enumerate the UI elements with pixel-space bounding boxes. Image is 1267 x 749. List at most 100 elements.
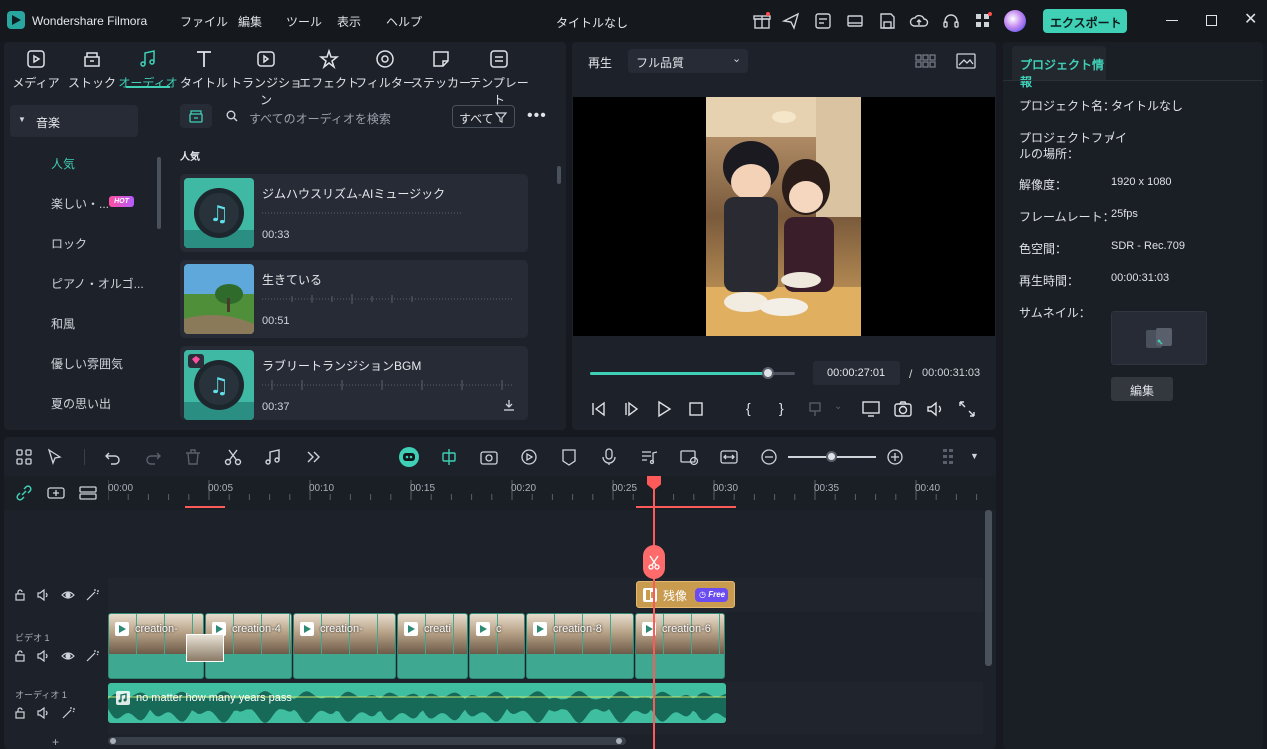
lock-icon[interactable]	[14, 589, 26, 601]
cloud-upload-icon[interactable]	[909, 11, 929, 31]
ai-robot-icon[interactable]	[399, 447, 419, 467]
stop-icon[interactable]	[685, 398, 707, 420]
audio-clip[interactable]: no matter how many years pass	[108, 683, 726, 723]
audio-item[interactable]: 生きている 00:51	[180, 260, 528, 338]
microphone-icon[interactable]	[599, 447, 619, 467]
zoom-in-icon[interactable]	[885, 447, 905, 467]
tab-transition[interactable]: トランジション	[230, 48, 302, 108]
menu-help[interactable]: ヘルプ	[386, 13, 422, 30]
video-clip[interactable]: creation-8	[526, 613, 634, 679]
timeline-vertical-scrollbar[interactable]	[985, 510, 992, 666]
zoom-out-icon[interactable]	[759, 447, 779, 467]
video-clip[interactable]: c	[469, 613, 525, 679]
quality-dropdown[interactable]: フル品質 ⌄	[628, 49, 748, 73]
audio-item[interactable]: ♫ ジムハウスリズム-AIミュージック 00:33	[180, 174, 528, 252]
track-manager-icon[interactable]	[78, 484, 98, 502]
chevron-down-icon[interactable]: ⌄	[834, 401, 842, 412]
mark-out-icon[interactable]: }	[779, 400, 784, 416]
speaker-icon[interactable]	[37, 707, 51, 719]
split-scissors-button[interactable]	[643, 545, 665, 579]
category-popular[interactable]: 人気	[51, 155, 75, 172]
lock-icon[interactable]	[14, 707, 26, 719]
send-icon[interactable]	[781, 11, 801, 31]
feedback-icon[interactable]	[813, 11, 833, 31]
stock-toggle-button[interactable]	[180, 104, 212, 128]
magic-wand-icon[interactable]	[61, 706, 75, 720]
tab-media[interactable]: メディア	[6, 48, 66, 91]
current-time-field[interactable]: 00:00:27:01	[813, 361, 900, 385]
tab-project-info[interactable]: プロジェクト情報	[1012, 46, 1106, 89]
export-button[interactable]: エクスポート ⌄	[1043, 9, 1127, 33]
add-icon[interactable]: +	[52, 735, 59, 749]
grid-view-icon[interactable]	[915, 53, 937, 69]
prev-frame-icon[interactable]	[588, 398, 610, 420]
category-parent[interactable]: ▼ 音楽	[10, 105, 138, 137]
more-tools-icon[interactable]	[303, 447, 323, 467]
fullscreen-icon[interactable]	[956, 398, 978, 420]
gift-icon[interactable]	[752, 11, 772, 31]
category-scrollbar[interactable]	[157, 157, 161, 229]
tab-audio[interactable]: オーディオ	[118, 48, 178, 91]
insert-icon[interactable]	[806, 398, 828, 420]
category-fun[interactable]: 楽しい・...	[51, 195, 109, 212]
player-tab[interactable]: 再生	[588, 54, 612, 71]
category-gentle[interactable]: 優しい雰囲気	[51, 355, 123, 372]
delete-icon[interactable]	[183, 447, 203, 467]
tab-template[interactable]: テンプレート	[467, 48, 531, 108]
play-icon[interactable]	[653, 398, 675, 420]
timeline-horizontal-scrollbar[interactable]	[108, 737, 626, 745]
zoom-slider-knob[interactable]	[826, 451, 837, 462]
eye-icon[interactable]	[61, 650, 75, 662]
save-icon[interactable]	[877, 11, 897, 31]
screen-record-icon[interactable]	[679, 447, 699, 467]
layout-grid-icon[interactable]	[14, 447, 34, 467]
more-options-icon[interactable]: •••	[527, 107, 547, 125]
download-icon[interactable]	[502, 398, 516, 412]
display-icon[interactable]	[860, 398, 882, 420]
auto-reframe-icon[interactable]	[479, 447, 499, 467]
redo-icon[interactable]	[143, 447, 163, 467]
tab-sticker[interactable]: ステッカー	[411, 48, 471, 91]
tab-title[interactable]: タイトル	[174, 48, 234, 91]
apps-grid-icon[interactable]	[973, 11, 993, 31]
category-rock[interactable]: ロック	[51, 235, 87, 252]
tab-effect[interactable]: エフェクト	[299, 48, 359, 91]
audio-item[interactable]: ♫ ラブリートランジションBGM 00:37	[180, 346, 528, 420]
link-icon[interactable]	[15, 484, 33, 502]
search-input[interactable]: すべてのオーディオを検索	[249, 110, 391, 127]
minimize-icon[interactable]	[1166, 20, 1178, 21]
snapshot-image-icon[interactable]	[956, 52, 976, 70]
volume-icon[interactable]	[924, 398, 946, 420]
caret-down-icon[interactable]: ▼	[970, 451, 979, 461]
scroll-handle-left[interactable]	[110, 738, 116, 744]
menu-edit[interactable]: 編集	[238, 13, 262, 30]
category-piano[interactable]: ピアノ・オルゴ...	[51, 275, 144, 292]
mark-in-icon[interactable]: {	[746, 400, 751, 416]
layout-icon[interactable]	[845, 11, 865, 31]
magic-wand-icon[interactable]	[85, 649, 99, 663]
user-avatar[interactable]	[1004, 10, 1026, 32]
audio-mix-icon[interactable]	[639, 447, 659, 467]
next-frame-icon[interactable]	[621, 398, 643, 420]
thumbnail-box[interactable]	[1111, 311, 1207, 365]
undo-icon[interactable]	[103, 447, 123, 467]
edit-thumbnail-button[interactable]: 編集	[1111, 377, 1173, 401]
track-height-icon[interactable]	[940, 447, 960, 467]
snap-icon[interactable]	[439, 447, 459, 467]
video-clip[interactable]: creati	[397, 613, 468, 679]
effect-clip[interactable]: 残像 ◷ Free	[636, 581, 735, 608]
tab-filter[interactable]: フィルター	[355, 48, 415, 91]
menu-tools[interactable]: ツール	[286, 13, 322, 30]
magic-wand-icon[interactable]	[85, 588, 99, 602]
video-clip[interactable]: creation-6	[635, 613, 725, 679]
speaker-icon[interactable]	[37, 589, 51, 601]
camera-icon[interactable]	[892, 398, 914, 420]
eye-icon[interactable]	[61, 589, 75, 601]
select-pointer-icon[interactable]	[45, 447, 65, 467]
menu-file[interactable]: ファイル	[180, 13, 228, 30]
render-preview-icon[interactable]	[519, 447, 539, 467]
video-preview[interactable]	[573, 97, 995, 336]
scissors-icon[interactable]	[223, 447, 243, 467]
speaker-icon[interactable]	[37, 650, 51, 662]
add-track-icon[interactable]	[46, 484, 66, 502]
